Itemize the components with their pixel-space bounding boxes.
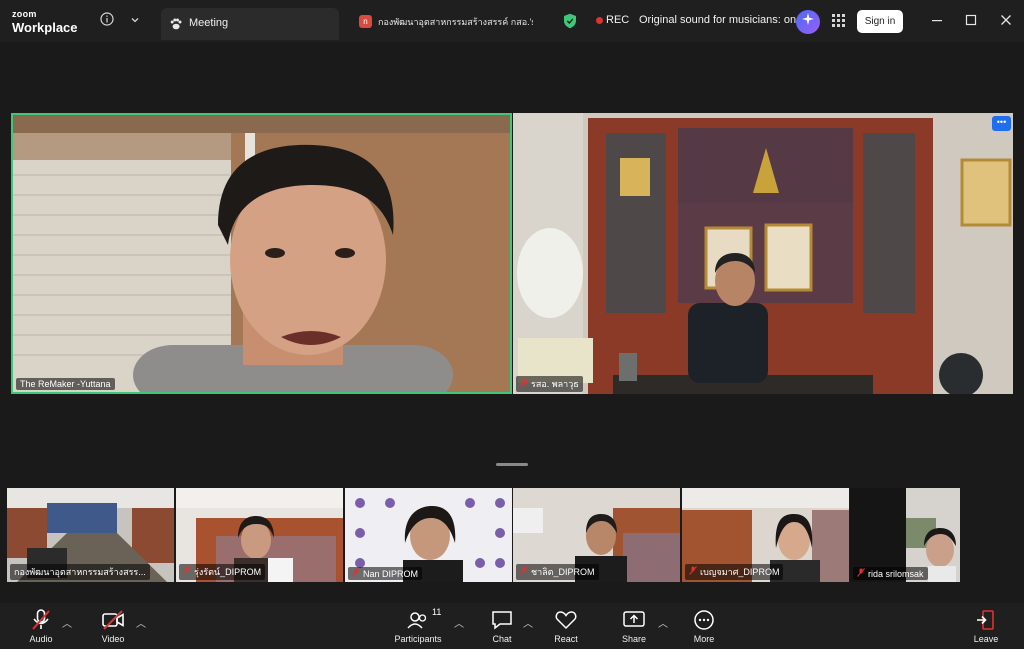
sparkle-icon	[802, 13, 814, 25]
more-label: More	[693, 634, 715, 644]
participant-video	[13, 115, 510, 392]
mic-muted-icon	[29, 609, 53, 631]
more-button[interactable]: More	[686, 605, 722, 647]
mic-muted-icon	[352, 568, 360, 579]
maximize-button[interactable]	[962, 12, 980, 30]
logo-text-bottom: Workplace	[12, 20, 78, 35]
participant-name: รสอ. พลาวุธ	[531, 379, 579, 389]
participants-label: Participants	[394, 634, 442, 644]
apps-grid-icon[interactable]	[832, 14, 845, 27]
leave-icon	[974, 609, 998, 631]
tab-badge: n	[359, 15, 372, 28]
gallery-tile[interactable]: rida srilomsak	[850, 488, 960, 582]
more-icon	[692, 609, 716, 631]
gallery-tile[interactable]: Nan DIPROM	[345, 488, 512, 582]
heart-icon	[554, 609, 578, 631]
share-label: Share	[621, 634, 647, 644]
share-options-caret-icon[interactable]: ︿	[658, 615, 668, 630]
participant-name: กองพัฒนาอุตสาหกรรมสร้างสรร...	[14, 567, 146, 577]
participant-video	[513, 113, 1013, 394]
original-sound-status[interactable]: Original sound for musicians: on	[639, 14, 796, 26]
participant-name: เบญจมาศ_DIPROM	[700, 567, 780, 577]
video-off-icon	[101, 609, 125, 631]
video-button[interactable]: Video	[94, 605, 132, 647]
participants-count: 11	[432, 607, 442, 617]
chevron-down-icon[interactable]	[126, 12, 144, 30]
participant-name: ชาลิต_DIPROM	[531, 567, 595, 577]
participant-name-tag: rida srilomsak	[853, 567, 928, 580]
mic-muted-icon	[520, 378, 528, 389]
close-button[interactable]	[997, 12, 1015, 30]
share-screen-icon	[622, 609, 646, 631]
video-tile-active-speaker[interactable]: The ReMaker -Yuttana	[11, 113, 512, 394]
participant-name: Nan DIPROM	[363, 569, 419, 579]
minimize-button[interactable]	[928, 12, 946, 30]
tab-chat-window-label: กองพัฒนาอุตสาหกรรมสร้างสรรค์ กสอ.'s s	[378, 17, 533, 27]
participant-name: รุ่งรัตน์_DIPROM	[194, 567, 262, 577]
mic-muted-icon	[689, 566, 697, 577]
participants-button[interactable]: 11 Participants	[390, 605, 446, 647]
audio-options-caret-icon[interactable]: ︿	[62, 615, 72, 630]
chat-icon	[490, 609, 514, 631]
mic-muted-icon	[183, 566, 191, 577]
participants-options-caret-icon[interactable]: ︿	[454, 615, 464, 630]
chat-button[interactable]: Chat	[484, 605, 520, 647]
participant-name: The ReMaker -Yuttana	[20, 379, 111, 389]
leave-button[interactable]: Leave	[968, 605, 1004, 647]
leave-label: Leave	[973, 634, 999, 644]
tab-meeting[interactable]: Meeting	[161, 8, 339, 40]
chat-label: Chat	[492, 634, 512, 644]
mic-muted-icon	[857, 568, 865, 579]
mic-muted-icon	[520, 566, 528, 577]
video-label: Video	[101, 634, 125, 644]
tab-chat-window[interactable]: n กองพัฒนาอุตสาหกรรมสร้างสรรค์ กสอ.'s s	[358, 14, 533, 30]
gallery-tile[interactable]: รุ่งรัตน์_DIPROM	[176, 488, 343, 582]
participant-name-tag: เบญจมาศ_DIPROM	[685, 564, 784, 580]
paw-icon	[170, 18, 182, 30]
gallery-tile[interactable]: เบญจมาศ_DIPROM	[682, 488, 849, 582]
participant-name-tag: รสอ. พลาวุธ	[516, 376, 583, 392]
info-icon[interactable]	[98, 12, 116, 30]
participant-name-tag: Nan DIPROM	[348, 567, 423, 580]
chat-options-caret-icon[interactable]: ︿	[523, 615, 533, 630]
shield-icon[interactable]	[563, 13, 577, 29]
ai-companion-button[interactable]	[796, 10, 820, 34]
zoom-logo: zoom Workplace	[12, 9, 78, 35]
video-options-caret-icon[interactable]: ︿	[136, 615, 146, 630]
gallery-tile[interactable]: กองพัฒนาอุตสาหกรรมสร้างสรร...	[7, 488, 174, 582]
share-button[interactable]: Share	[616, 605, 652, 647]
participant-name-tag: กองพัฒนาอุตสาหกรรมสร้างสรร...	[10, 564, 150, 580]
title-bar: zoom Workplace Meeting n กองพัฒนาอุตสาหก…	[0, 0, 1024, 42]
sign-in-button[interactable]: Sign in	[857, 10, 903, 33]
more-options-button[interactable]: •••	[992, 116, 1011, 131]
tab-meeting-label: Meeting	[189, 17, 229, 29]
video-tile-participant[interactable]: ••• รสอ. พลาวุธ	[513, 113, 1013, 394]
gallery-resize-handle[interactable]	[496, 463, 528, 466]
recording-label[interactable]: REC	[606, 14, 629, 26]
react-label: React	[554, 634, 578, 644]
participant-name-tag: The ReMaker -Yuttana	[16, 378, 115, 390]
audio-label: Audio	[29, 634, 53, 644]
react-button[interactable]: React	[548, 605, 584, 647]
audio-button[interactable]: Audio	[22, 605, 60, 647]
participants-icon: 11	[406, 607, 441, 631]
participant-name: rida srilomsak	[868, 569, 924, 579]
rec-dot-icon	[596, 17, 603, 24]
participant-name-tag: ชาลิต_DIPROM	[516, 564, 599, 580]
gallery-tile[interactable]: ชาลิต_DIPROM	[513, 488, 680, 582]
logo-text-top: zoom	[12, 9, 37, 19]
participant-name-tag: รุ่งรัตน์_DIPROM	[179, 564, 266, 580]
meeting-toolbar: Audio ︿ Video ︿ 11 Participants ︿ Chat ︿…	[0, 603, 1024, 649]
